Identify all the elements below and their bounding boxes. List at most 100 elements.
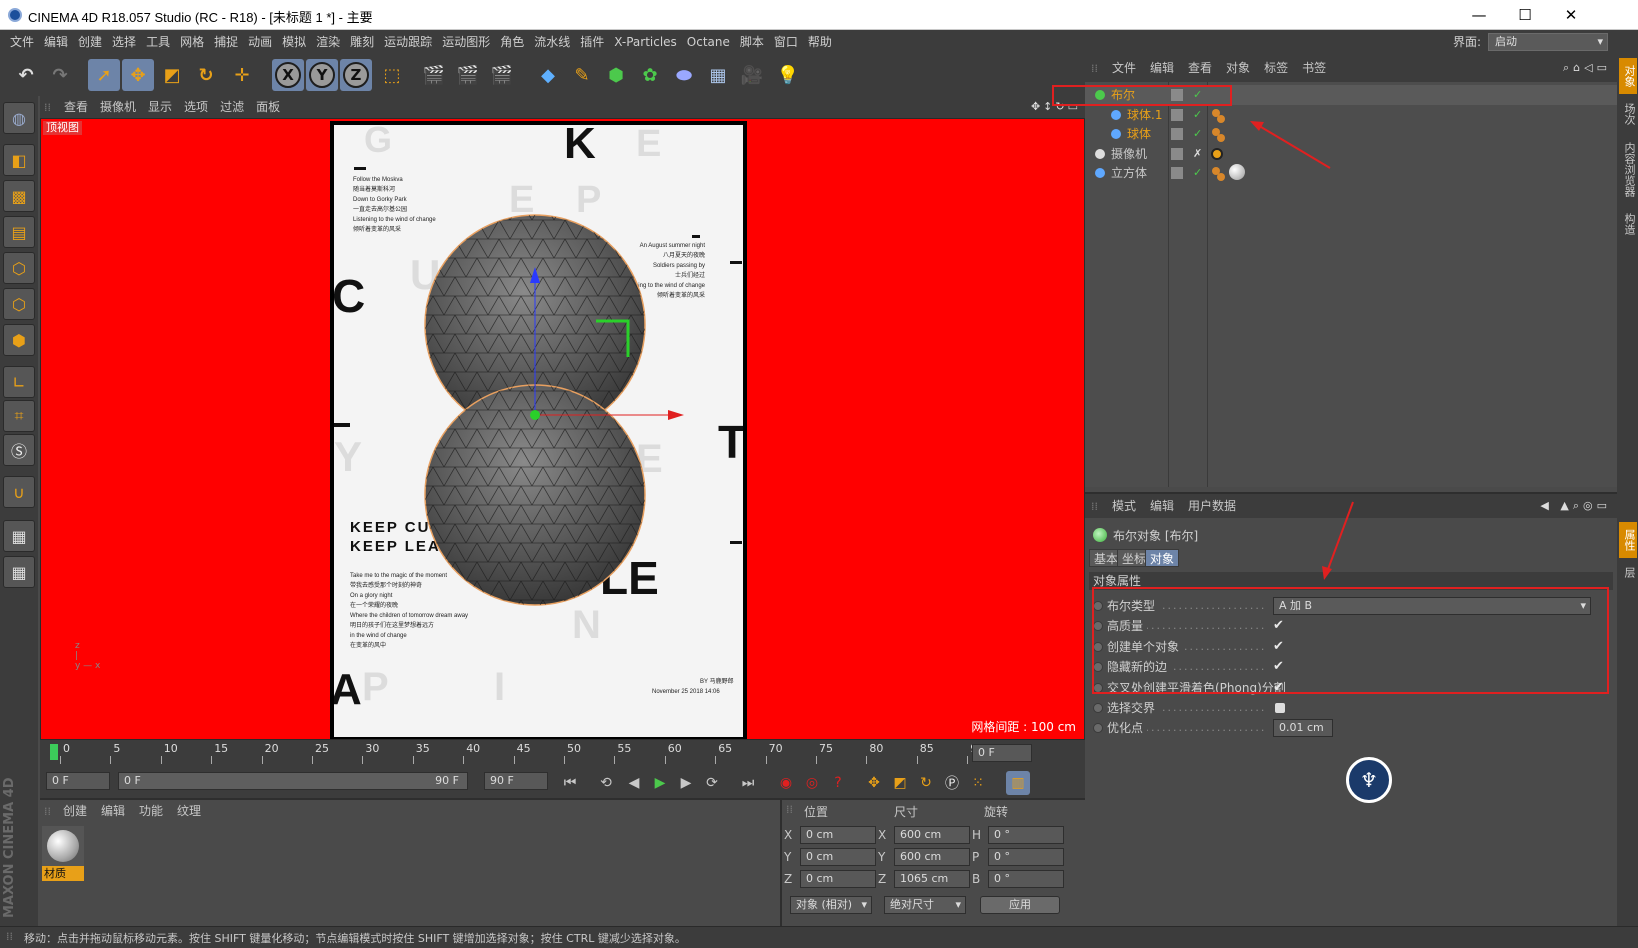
material-menu-item[interactable]: 编辑 bbox=[94, 800, 132, 822]
tab-attributes-vertical[interactable]: 属性 bbox=[1619, 522, 1637, 558]
menu-item[interactable]: X-Particles bbox=[609, 30, 682, 54]
menu-item[interactable]: 帮助 bbox=[803, 30, 837, 54]
menu-item[interactable]: 动画 bbox=[243, 30, 277, 54]
rotation-field[interactable]: 0 ° bbox=[988, 870, 1064, 888]
floor-button[interactable]: ▦ bbox=[702, 59, 734, 91]
frame-range-slider[interactable]: 0 F 90 F bbox=[118, 772, 468, 790]
make-editable-button[interactable]: ◍ bbox=[3, 102, 35, 134]
drag-handle-icon[interactable]: ⁞⁞ bbox=[40, 805, 56, 818]
tweak-mode-button[interactable]: ⌗ bbox=[3, 400, 35, 432]
material-item[interactable]: 材质 bbox=[42, 826, 84, 882]
menu-item[interactable]: 运动跟踪 bbox=[379, 30, 437, 54]
key-parameter-button[interactable]: Ⓟ bbox=[940, 771, 964, 795]
y-axis-button[interactable]: Y bbox=[306, 59, 338, 91]
menu-item[interactable]: 脚本 bbox=[735, 30, 769, 54]
minimize-button[interactable]: — bbox=[1456, 0, 1502, 30]
drag-handle-icon[interactable]: ⁞⁞ bbox=[1085, 500, 1105, 513]
menu-item[interactable]: 工具 bbox=[141, 30, 175, 54]
object-name[interactable]: 摄像机 bbox=[1111, 144, 1147, 164]
object-name[interactable]: 球体.1 bbox=[1127, 105, 1162, 125]
layer-swatch[interactable] bbox=[1171, 167, 1183, 179]
close-button[interactable]: ✕ bbox=[1548, 0, 1594, 30]
timeline-ruler[interactable]: 051015202530354045505560657075808590 0 F bbox=[40, 740, 1085, 766]
scale-tool-button[interactable]: ◩ bbox=[156, 59, 188, 91]
position-field[interactable]: 0 cm bbox=[800, 870, 876, 888]
current-frame-field[interactable]: 0 F bbox=[972, 744, 1032, 762]
viewport-menu-item[interactable]: 查看 bbox=[58, 96, 94, 118]
render-to-picture-viewer-button[interactable]: 🎬 bbox=[452, 59, 484, 91]
model-mode-button[interactable]: ◧ bbox=[3, 144, 35, 176]
viewport-menu-item[interactable]: 摄像机 bbox=[94, 96, 142, 118]
object-manager-menu-item[interactable]: 书签 bbox=[1295, 54, 1333, 82]
render-settings-button[interactable]: 🎬 bbox=[486, 59, 518, 91]
object-manager-menu-item[interactable]: 编辑 bbox=[1143, 54, 1181, 82]
tag-icon[interactable] bbox=[1217, 114, 1225, 123]
size-field[interactable]: 600 cm bbox=[894, 848, 970, 866]
object-name[interactable]: 球体 bbox=[1127, 124, 1151, 144]
points-mode-button[interactable]: ⬡ bbox=[3, 252, 35, 284]
auto-keying-button[interactable]: ◎ bbox=[800, 771, 824, 795]
maximize-button[interactable]: ☐ bbox=[1502, 0, 1548, 30]
x-axis-button[interactable]: X bbox=[272, 59, 304, 91]
redo-button[interactable]: ↷ bbox=[44, 59, 76, 91]
object-row[interactable]: 球体.1 ✓ bbox=[1085, 105, 1617, 125]
material-menu-item[interactable]: 创建 bbox=[56, 800, 94, 822]
key-rotation-button[interactable]: ↻ bbox=[914, 771, 938, 795]
layer-swatch[interactable] bbox=[1171, 128, 1183, 140]
menu-item[interactable]: 窗口 bbox=[769, 30, 803, 54]
end-frame-field[interactable]: 90 F bbox=[484, 772, 548, 790]
key-scale-button[interactable]: ◩ bbox=[888, 771, 912, 795]
menu-item[interactable]: 插件 bbox=[575, 30, 609, 54]
object-manager-menu-item[interactable]: 查看 bbox=[1181, 54, 1219, 82]
menu-item[interactable]: 渲染 bbox=[311, 30, 345, 54]
menu-item[interactable]: 网格 bbox=[175, 30, 209, 54]
viewport-menu-item[interactable]: 过滤 bbox=[214, 96, 250, 118]
visibility-cross-icon[interactable]: ✗ bbox=[1193, 144, 1202, 164]
menu-item[interactable]: 捕捉 bbox=[209, 30, 243, 54]
z-axis-button[interactable]: Z bbox=[340, 59, 372, 91]
menu-item[interactable]: 创建 bbox=[73, 30, 107, 54]
prev-key-button[interactable]: ⟲ bbox=[594, 771, 618, 795]
attribute-manager-tools[interactable]: ◀ ▲⌕◎▭ bbox=[1540, 494, 1611, 518]
planar-workplane-button[interactable]: ▦ bbox=[3, 556, 35, 588]
animate-radio-icon[interactable] bbox=[1093, 723, 1103, 734]
viewport-menu-item[interactable]: 选项 bbox=[178, 96, 214, 118]
rotate-tool-button[interactable]: ↻ bbox=[190, 59, 222, 91]
animate-radio-icon[interactable] bbox=[1093, 703, 1103, 713]
object-manager-menu-item[interactable]: 文件 bbox=[1105, 54, 1143, 82]
boolean-spheres-mesh[interactable] bbox=[334, 125, 747, 740]
rotation-field[interactable]: 0 ° bbox=[988, 848, 1064, 866]
object-name[interactable]: 立方体 bbox=[1111, 163, 1147, 183]
subdivision-button[interactable]: ⬢ bbox=[600, 59, 632, 91]
menu-item[interactable]: Octane bbox=[682, 30, 735, 54]
attribute-manager-menu-item[interactable]: 用户数据 bbox=[1181, 494, 1243, 518]
viewport-menu-item[interactable]: 显示 bbox=[142, 96, 178, 118]
drag-handle-icon[interactable]: ⁞⁞ bbox=[786, 803, 793, 816]
object-row[interactable]: 摄像机 ✗ bbox=[1085, 144, 1617, 164]
menu-item[interactable]: 文件 bbox=[5, 30, 39, 54]
enable-check-icon[interactable]: ✓ bbox=[1193, 105, 1202, 125]
optimize-points-field[interactable]: 0.01 cm bbox=[1273, 719, 1333, 738]
start-frame-field[interactable]: 0 F bbox=[46, 772, 110, 790]
render-view-button[interactable]: 🎬 bbox=[418, 59, 450, 91]
material-menu-item[interactable]: 功能 bbox=[132, 800, 170, 822]
live-selection-button[interactable]: ➚ bbox=[88, 59, 120, 91]
record-keys-button[interactable]: ◉ bbox=[774, 771, 798, 795]
tag-icon[interactable] bbox=[1217, 173, 1225, 181]
material-menu-item[interactable]: 纹理 bbox=[170, 800, 208, 822]
layer-swatch[interactable] bbox=[1171, 147, 1183, 160]
menu-item[interactable]: 流水线 bbox=[529, 30, 575, 54]
tab-takes-vertical[interactable]: 场次 bbox=[1619, 96, 1637, 132]
enable-check-icon[interactable]: ✓ bbox=[1193, 124, 1202, 144]
layout-select[interactable]: 启动 ▾ bbox=[1488, 33, 1608, 51]
object-row[interactable]: 立方体 ✓ bbox=[1085, 163, 1617, 183]
tag-icon[interactable] bbox=[1217, 134, 1225, 142]
light-button[interactable]: 💡 bbox=[772, 59, 804, 91]
timeline-window-button[interactable]: ▥ bbox=[1006, 771, 1030, 795]
recent-tool-button[interactable]: ✛ bbox=[226, 59, 258, 91]
axis-mode-button[interactable]: ∟ bbox=[3, 366, 35, 398]
select-intersection-checkbox[interactable] bbox=[1275, 703, 1285, 713]
menu-item[interactable]: 编辑 bbox=[39, 30, 73, 54]
menu-item[interactable]: 雕刻 bbox=[345, 30, 379, 54]
menu-item[interactable]: 角色 bbox=[495, 30, 529, 54]
